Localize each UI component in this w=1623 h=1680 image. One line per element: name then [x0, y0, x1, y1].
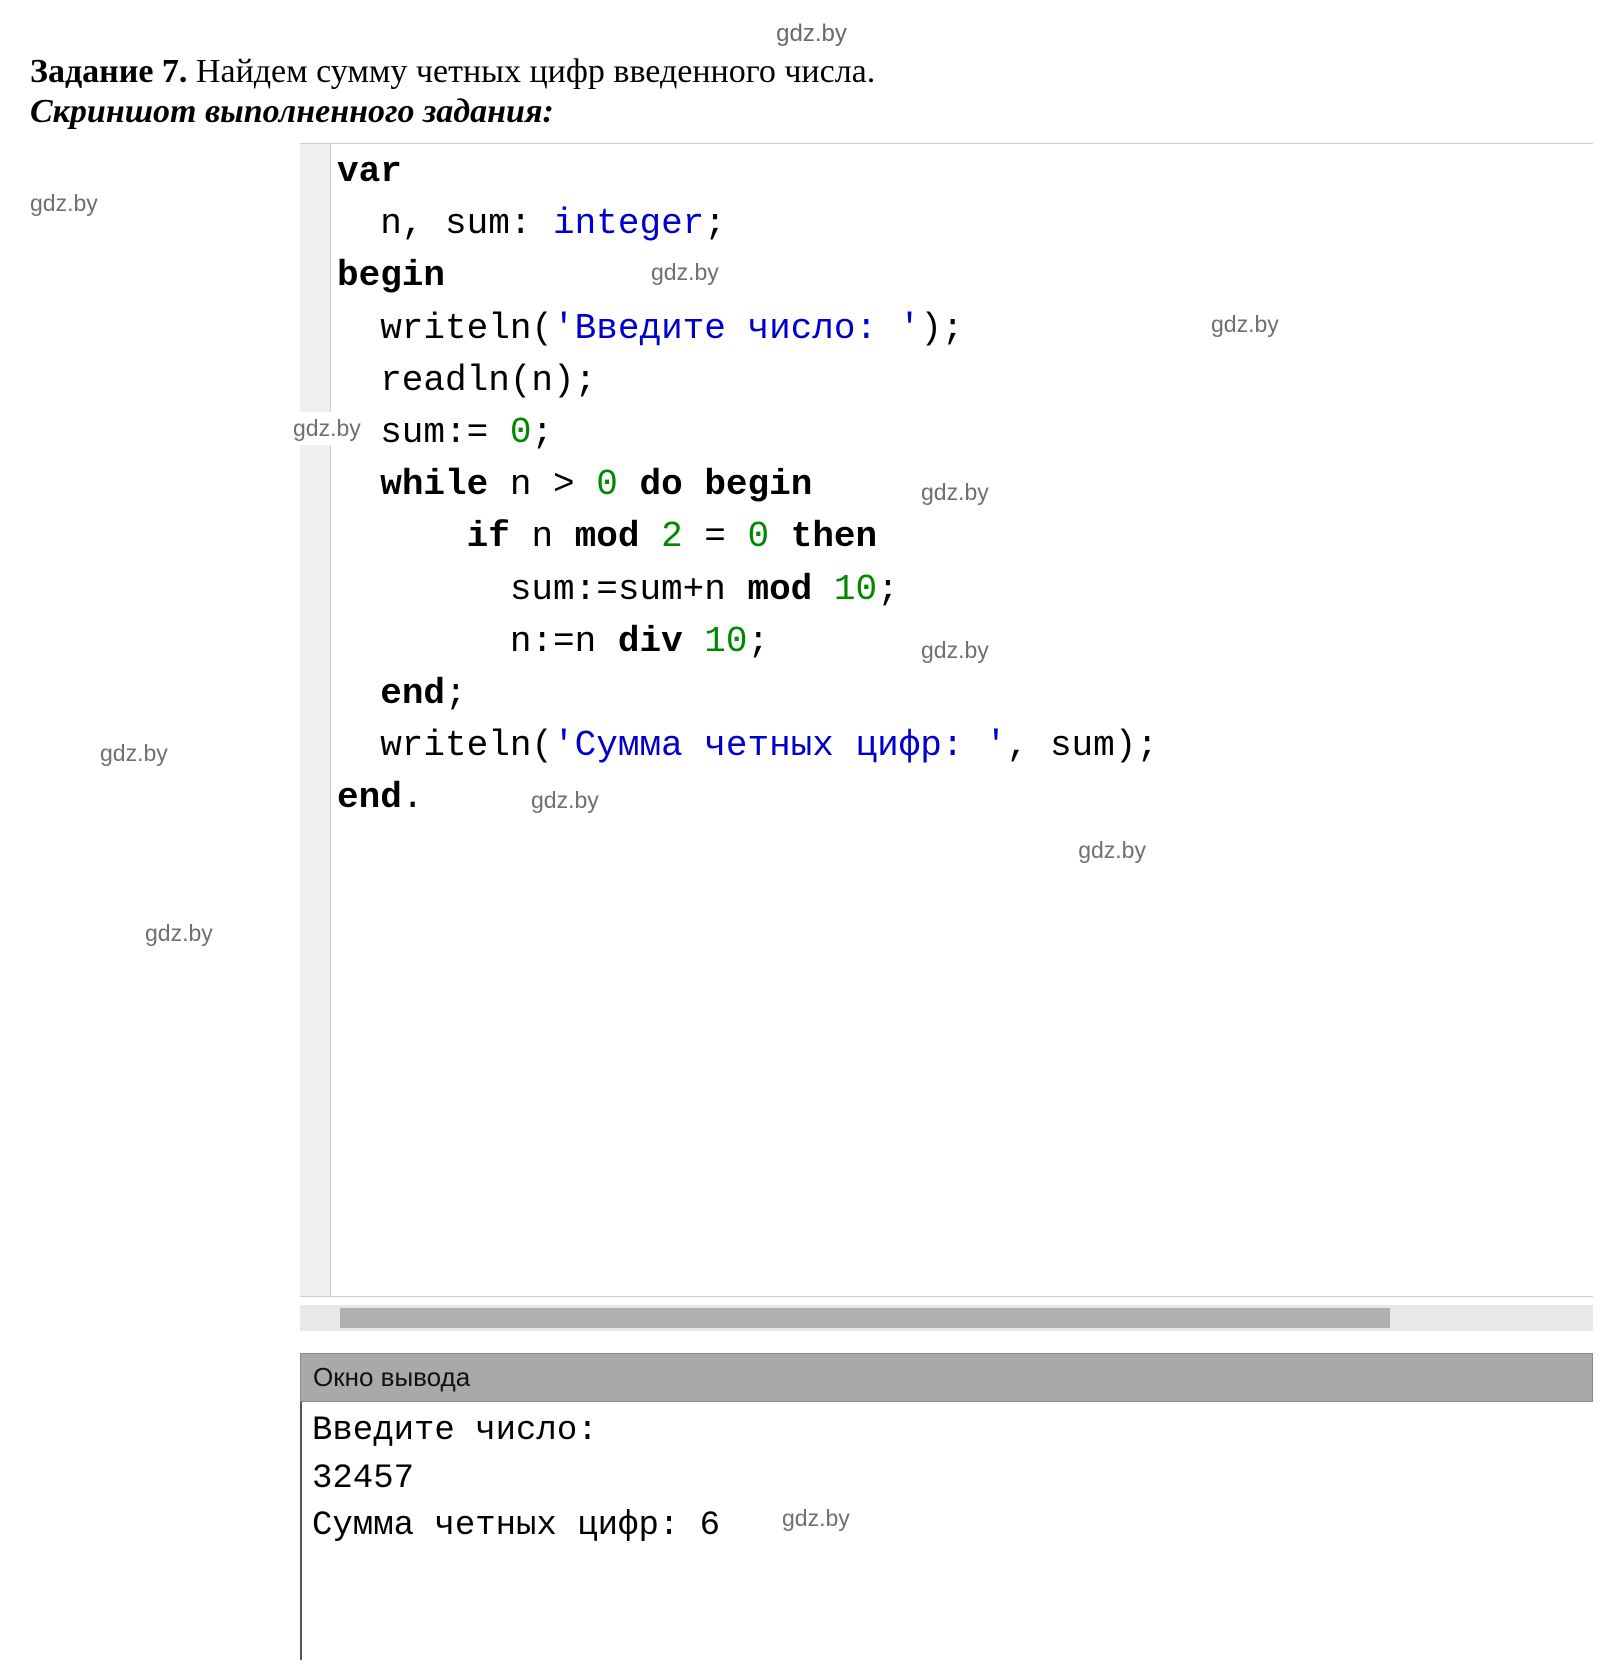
code-text: readln(n); — [337, 360, 596, 401]
code-text — [769, 516, 791, 557]
output-panel: Окно вывода Введите число: 32457 Сумма ч… — [300, 1353, 1593, 1660]
keyword-begin: begin — [337, 255, 445, 296]
keyword-while: while — [380, 464, 488, 505]
code-text: sum:= — [337, 412, 510, 453]
number-literal: 0 — [748, 516, 770, 557]
keyword-div: div — [618, 621, 683, 662]
watermark: gdz.by — [531, 784, 599, 817]
code-text: ; — [704, 203, 726, 244]
number-literal: 10 — [704, 621, 747, 662]
code-text: ; — [877, 569, 899, 610]
code-area: var n, sum: integer; begin writeln('Введ… — [300, 143, 1593, 1297]
code-text: n:=n — [337, 621, 618, 662]
watermark: gdz.by — [1078, 834, 1146, 867]
task-text: Найдем сумму четных цифр введенного числ… — [187, 53, 875, 90]
task-title-line: Задание 7. Найдем сумму четных цифр введ… — [30, 53, 1593, 91]
output-line: 32457 — [312, 1460, 414, 1498]
keyword-var: var — [337, 151, 402, 192]
code-text — [337, 464, 380, 505]
keyword-end: end — [380, 673, 445, 714]
watermark: gdz.by — [145, 920, 213, 947]
watermark: gdz.by — [30, 190, 98, 217]
code-content[interactable]: var n, sum: integer; begin writeln('Введ… — [331, 144, 1158, 1296]
output-line: Сумма четных цифр: 6 — [312, 1507, 720, 1545]
keyword-mod: mod — [747, 569, 812, 610]
code-text: ; — [748, 621, 770, 662]
code-text: sum:=sum+n — [337, 569, 747, 610]
keyword-end: end — [337, 777, 402, 818]
page: gdz.by Задание 7. Найдем сумму четных ци… — [30, 20, 1593, 1660]
gutter — [300, 144, 331, 1296]
code-text — [618, 464, 640, 505]
code-text: . — [402, 777, 424, 818]
number-literal: 0 — [510, 412, 532, 453]
code-text — [683, 464, 705, 505]
watermark: gdz.by — [1211, 308, 1279, 341]
code-text — [639, 516, 661, 557]
keyword-mod: mod — [575, 516, 640, 557]
code-editor: var n, sum: integer; begin writeln('Введ… — [300, 143, 1593, 1297]
code-text — [812, 569, 834, 610]
number-literal: 10 — [834, 569, 877, 610]
code-text — [683, 621, 705, 662]
keyword-then: then — [791, 516, 877, 557]
code-text: n, sum: — [337, 203, 553, 244]
keyword-do: do — [640, 464, 683, 505]
code-text: n — [510, 516, 575, 557]
code-text: writeln( — [337, 308, 553, 349]
number-literal: 2 — [661, 516, 683, 557]
code-text: , sum); — [1007, 725, 1158, 766]
watermark: gdz.by — [782, 1502, 850, 1534]
string-literal: 'Введите число: ' — [553, 308, 920, 349]
code-text — [337, 516, 467, 557]
type-integer: integer — [553, 203, 704, 244]
code-text: n > — [488, 464, 596, 505]
keyword-if: if — [467, 516, 510, 557]
scrollbar-thumb[interactable] — [340, 1308, 1390, 1328]
task-label: Задание 7. — [30, 53, 187, 90]
code-text: = — [683, 516, 748, 557]
keyword-begin: begin — [704, 464, 812, 505]
output-body: Введите число: 32457 Сумма четных цифр: … — [300, 1402, 1593, 1660]
number-literal: 0 — [596, 464, 618, 505]
code-text — [337, 673, 380, 714]
horizontal-scrollbar[interactable] — [300, 1305, 1593, 1331]
watermark-top: gdz.by — [30, 20, 1593, 48]
screenshot-subtitle: Скриншот выполненного задания: — [30, 93, 1593, 131]
watermark: gdz.by — [921, 476, 989, 509]
watermark: gdz.by — [921, 634, 989, 667]
code-text: writeln( — [337, 725, 553, 766]
code-text: ; — [531, 412, 553, 453]
string-literal: 'Сумма четных цифр: ' — [553, 725, 1007, 766]
output-line: Введите число: — [312, 1412, 618, 1450]
code-text: ); — [920, 308, 963, 349]
output-panel-title: Окно вывода — [300, 1353, 1593, 1402]
watermark: gdz.by — [651, 256, 719, 289]
watermark: gdz.by — [100, 740, 168, 767]
code-text: ; — [445, 673, 467, 714]
